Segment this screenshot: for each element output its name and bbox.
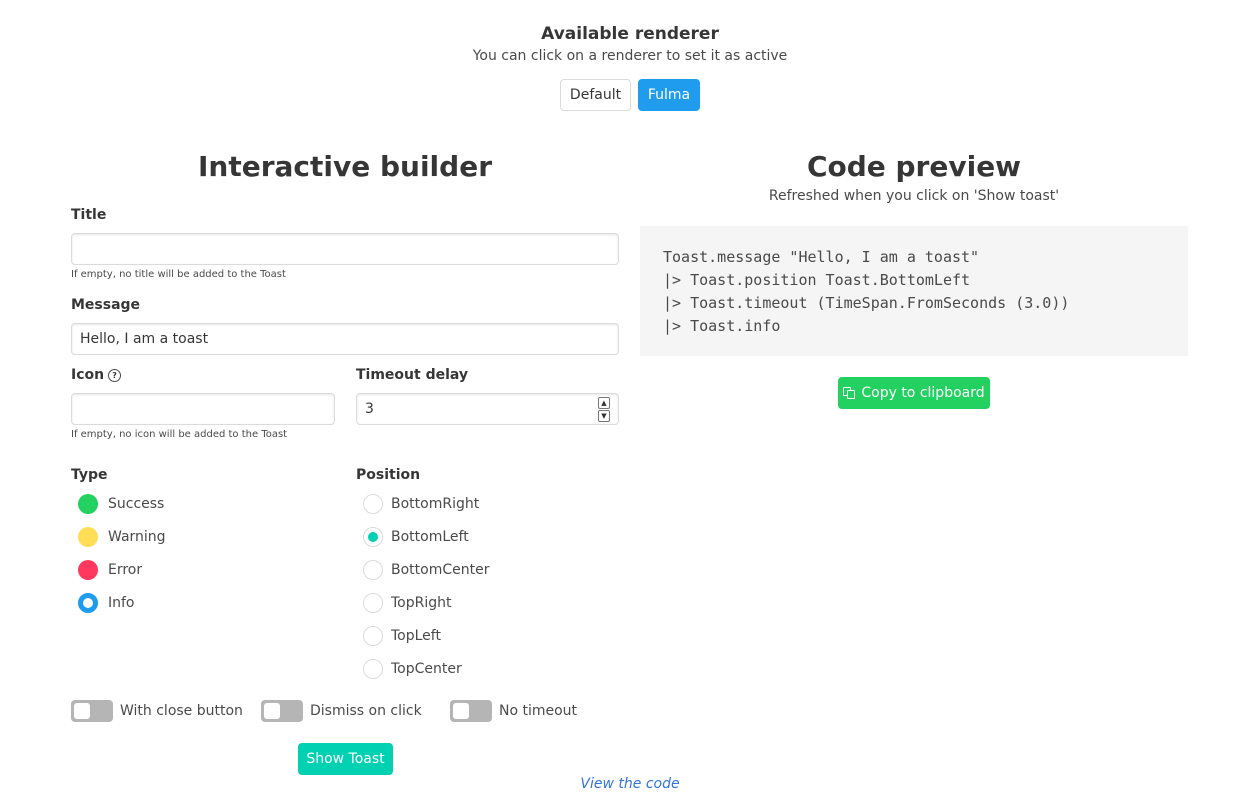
radio-dot	[368, 532, 378, 542]
position-option-label: TopLeft	[391, 628, 441, 644]
error-radio[interactable]	[78, 560, 98, 580]
type-option-info[interactable]: Info	[78, 591, 135, 615]
position-option-bottomcenter[interactable]: BottomCenter	[363, 558, 489, 582]
spinner-up-icon[interactable]: ▲	[598, 397, 610, 409]
default-renderer-button[interactable]: Default	[560, 79, 631, 111]
type-option-error[interactable]: Error	[78, 558, 142, 582]
position-option-bottomleft[interactable]: BottomLeft	[363, 525, 469, 549]
message-label: Message	[71, 297, 141, 313]
icon-label: Icon	[71, 367, 105, 383]
renderer-buttons: Default Fulma	[560, 79, 700, 111]
position-option-label: BottomRight	[391, 496, 480, 512]
timeout-label: Timeout delay	[356, 367, 469, 383]
code-block: Toast.message "Hello, I am a toast" |> T…	[640, 226, 1188, 356]
icon-input[interactable]	[71, 393, 335, 425]
spinner-down-icon[interactable]: ▼	[598, 410, 610, 422]
switch-knob	[264, 703, 280, 719]
fulma-renderer-button[interactable]: Fulma	[638, 79, 700, 111]
renderer-title: Available renderer	[541, 24, 719, 44]
position-option-label: BottomLeft	[391, 529, 469, 545]
copy-button-label: Copy to clipboard	[861, 385, 985, 401]
close-button-switch-row[interactable]: With close button	[71, 700, 243, 722]
type-option-label: Warning	[108, 529, 166, 545]
success-radio[interactable]	[78, 494, 98, 514]
code-line: |> Toast.position Toast.BottomLeft	[663, 271, 971, 289]
type-option-success[interactable]: Success	[78, 492, 164, 516]
copy-to-clipboard-button[interactable]: Copy to clipboard	[838, 377, 990, 409]
copy-icon	[843, 387, 856, 399]
type-option-label: Success	[108, 496, 165, 512]
position-option-bottomright[interactable]: BottomRight	[363, 492, 479, 516]
code-line: Toast.message "Hello, I am a toast"	[663, 248, 980, 266]
position-option-topcenter[interactable]: TopCenter	[363, 657, 462, 681]
timeout-input[interactable]: 3 ▲ ▼	[356, 393, 619, 425]
switch-label: Dismiss on click	[310, 703, 422, 719]
position-option-label: BottomCenter	[391, 562, 490, 578]
position-option-label: TopRight	[391, 595, 452, 611]
position-radio[interactable]	[363, 626, 383, 646]
position-option-topright[interactable]: TopRight	[363, 591, 452, 615]
switch-knob	[74, 703, 90, 719]
type-option-label: Error	[108, 562, 143, 578]
switch-label: No timeout	[499, 703, 578, 719]
message-input[interactable]: Hello, I am a toast	[71, 323, 619, 355]
position-radio-selected[interactable]	[363, 527, 383, 547]
position-radio[interactable]	[363, 494, 383, 514]
code-line: |> Toast.timeout (TimeSpan.FromSeconds (…	[663, 294, 1070, 312]
builder-heading: Interactive builder	[197, 150, 492, 183]
type-option-label: Info	[108, 595, 135, 611]
title-input[interactable]	[71, 233, 619, 265]
no-timeout-switch-row[interactable]: No timeout	[450, 700, 577, 722]
position-radio[interactable]	[363, 560, 383, 580]
timeout-value: 3	[365, 401, 374, 417]
title-help: If empty, no title will be added to the …	[71, 269, 286, 280]
position-option-topleft[interactable]: TopLeft	[363, 624, 441, 648]
type-option-warning[interactable]: Warning	[78, 525, 166, 549]
close-button-switch[interactable]	[71, 700, 113, 722]
renderer-subtitle: You can click on a renderer to set it as…	[472, 48, 788, 64]
position-label: Position	[356, 467, 421, 483]
title-label: Title	[71, 207, 107, 223]
show-toast-button[interactable]: Show Toast	[298, 743, 393, 775]
position-radio[interactable]	[363, 593, 383, 613]
view-code-link[interactable]: View the code	[0, 776, 1241, 792]
preview-heading: Code preview	[806, 150, 1022, 183]
type-label: Type	[71, 467, 108, 483]
code-line: |> Toast.info	[663, 317, 781, 335]
position-option-label: TopCenter	[391, 661, 462, 677]
preview-subtitle: Refreshed when you click on 'Show toast'	[768, 188, 1060, 204]
switch-label: With close button	[120, 703, 243, 719]
dismiss-on-click-switch[interactable]	[261, 700, 303, 722]
question-circle-icon[interactable]: ?	[108, 369, 122, 382]
switch-knob	[453, 703, 469, 719]
info-radio-selected[interactable]	[78, 593, 98, 613]
position-radio[interactable]	[363, 659, 383, 679]
number-spinner[interactable]: ▲ ▼	[598, 397, 610, 422]
icon-help: If empty, no icon will be added to the T…	[71, 429, 288, 440]
no-timeout-switch[interactable]	[450, 700, 492, 722]
icon-label-wrap: Icon?	[71, 367, 122, 383]
dismiss-on-click-switch-row[interactable]: Dismiss on click	[261, 700, 422, 722]
warning-radio[interactable]	[78, 527, 98, 547]
